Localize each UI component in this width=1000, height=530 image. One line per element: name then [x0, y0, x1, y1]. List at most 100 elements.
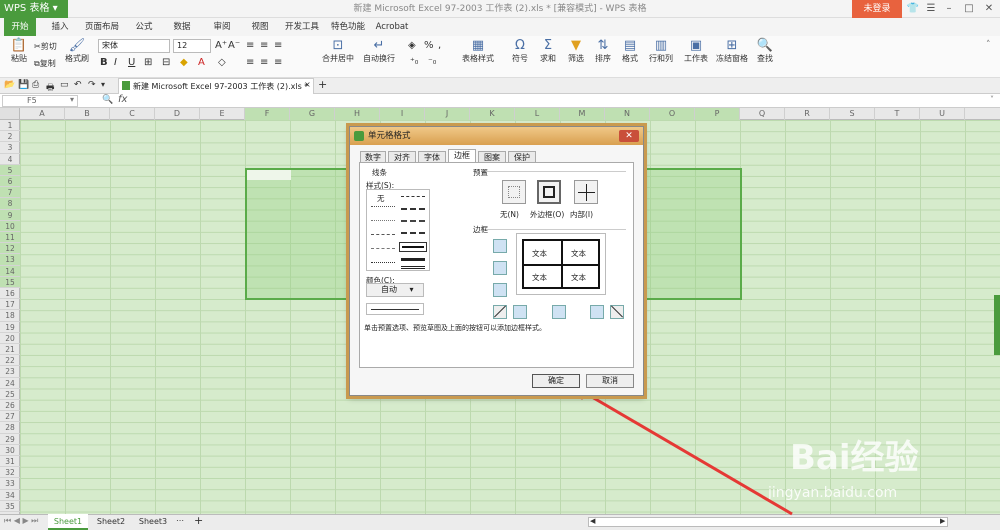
column-header[interactable]: T [875, 108, 920, 120]
sum-button[interactable]: Σ 求和 [536, 38, 560, 64]
column-header[interactable]: Q [740, 108, 785, 120]
diagonal-down-button[interactable] [610, 305, 624, 319]
row-header[interactable]: 33 [0, 478, 20, 490]
column-header[interactable]: B [65, 108, 110, 120]
line-style-none[interactable]: 无 [377, 193, 385, 204]
shirt-icon[interactable]: 👕 [904, 0, 922, 18]
line-style-option[interactable] [371, 206, 395, 207]
row-header[interactable]: 3 [0, 142, 20, 154]
cancel-button[interactable]: 取消 [586, 374, 634, 388]
paste-button[interactable]: 📋 粘贴 [6, 38, 32, 74]
preset-inside-button[interactable] [574, 180, 598, 204]
row-header[interactable]: 22 [0, 355, 20, 367]
border-preview[interactable]: 文本 文本 文本 文本 [516, 233, 606, 295]
tab-page-layout[interactable]: 页面布局 [82, 18, 122, 36]
row-header[interactable]: 5 [0, 164, 20, 176]
currency-icon[interactable]: ◈ [408, 40, 416, 51]
row-header[interactable]: 24 [0, 378, 20, 389]
merge-small-icon[interactable]: ⊟ [162, 57, 170, 68]
formula-input[interactable] [140, 95, 986, 107]
find-button[interactable]: 🔍 查找 [752, 38, 778, 64]
row-header[interactable]: 25 [0, 389, 20, 400]
row-header[interactable]: 27 [0, 411, 20, 423]
grow-font-icon[interactable]: A⁺ [215, 40, 227, 51]
clear-icon[interactable]: ◇ [218, 57, 226, 68]
save-icon[interactable]: 💾 [18, 80, 29, 90]
underline-icon[interactable]: U [128, 57, 135, 68]
tab-review[interactable]: 审阅 [206, 18, 238, 36]
filter-button[interactable]: ▼ 筛选 [564, 38, 588, 64]
row-header[interactable]: 9 [0, 209, 20, 221]
dialog-title-bar[interactable]: 单元格格式 [350, 127, 643, 145]
line-style-option[interactable] [401, 258, 425, 261]
column-header[interactable]: S [830, 108, 875, 120]
function-button[interactable]: fx [118, 94, 127, 105]
row-header[interactable]: 31 [0, 456, 20, 468]
select-all-corner[interactable] [0, 108, 20, 120]
border-bottom-button[interactable] [493, 283, 507, 297]
row-header[interactable]: 18 [0, 310, 20, 322]
side-panel-handle[interactable] [994, 295, 1000, 355]
row-header[interactable]: 1 [0, 120, 20, 132]
preset-outline-button[interactable] [537, 180, 561, 204]
column-header[interactable]: A [20, 108, 65, 120]
align-left-icon[interactable]: ≡ [246, 57, 254, 68]
line-style-option[interactable] [371, 234, 395, 235]
line-style-option[interactable] [371, 220, 395, 221]
border-center-v-button[interactable] [552, 305, 566, 319]
tab-data[interactable]: 数据 [166, 18, 198, 36]
line-style-selected[interactable] [399, 242, 427, 252]
row-header[interactable]: 23 [0, 366, 20, 378]
row-header[interactable]: 17 [0, 299, 20, 311]
minimize-icon[interactable]: – [940, 0, 958, 18]
column-header[interactable]: I [380, 108, 425, 120]
line-style-option[interactable] [371, 248, 395, 249]
row-header[interactable]: 21 [0, 344, 20, 356]
active-cell[interactable] [247, 170, 291, 180]
percent-button[interactable]: % [424, 40, 434, 51]
name-box-dropdown-icon[interactable]: ▾ [70, 95, 74, 104]
tab-special[interactable]: 特色功能 [328, 18, 368, 36]
align-center-icon[interactable]: ≡ [260, 57, 268, 68]
tab-insert[interactable]: 插入 [44, 18, 76, 36]
column-header[interactable]: K [470, 108, 515, 120]
sort-button[interactable]: ⇅ 排序 [591, 38, 615, 64]
row-header[interactable]: 2 [0, 131, 20, 143]
table-style-button[interactable]: ▦ 表格样式 [460, 38, 496, 64]
symbol-button[interactable]: Ω 符号 [508, 38, 532, 64]
export-pdf-icon[interactable]: ▭ [60, 80, 69, 90]
sheet-tab-3[interactable]: Sheet3 [134, 514, 172, 530]
borders-icon[interactable]: ⊞ [144, 57, 152, 68]
column-header[interactable]: P [695, 108, 740, 120]
row-header[interactable]: 8 [0, 198, 20, 210]
row-col-button[interactable]: ▥ 行和列 [646, 38, 676, 64]
merge-center-button[interactable]: ⊡ 合并居中 [318, 38, 358, 64]
row-header[interactable]: 28 [0, 422, 20, 434]
preset-none-button[interactable] [502, 180, 526, 204]
row-header[interactable]: 16 [0, 288, 20, 300]
row-header[interactable]: 14 [0, 265, 20, 277]
line-style-option[interactable] [401, 208, 425, 210]
tab-developer[interactable]: 开发工具 [282, 18, 322, 36]
row-header[interactable]: 32 [0, 467, 20, 479]
column-header[interactable]: F [245, 108, 290, 120]
format-button[interactable]: ▤ 格式 [618, 38, 642, 64]
column-header[interactable]: O [650, 108, 695, 120]
redo-icon[interactable]: ↷ [88, 80, 96, 90]
app-menu-button[interactable]: WPS 表格 ▾ [0, 0, 68, 18]
tab-home[interactable]: 开始 [4, 18, 36, 36]
row-header[interactable]: 19 [0, 322, 20, 333]
align-bottom-icon[interactable]: ≡ [274, 40, 282, 51]
close-icon[interactable]: ✕ [980, 0, 998, 18]
worksheet-button[interactable]: ▣ 工作表 [680, 38, 712, 64]
cut-button[interactable]: ✂剪切 [34, 41, 57, 52]
column-header[interactable]: U [920, 108, 965, 120]
increase-decimal-icon[interactable]: ⁺₀ [410, 57, 418, 67]
column-header[interactable]: G [290, 108, 335, 120]
quick-access-dropdown-icon[interactable]: ▾ [101, 80, 105, 89]
column-header[interactable]: R [785, 108, 830, 120]
row-header[interactable]: 30 [0, 445, 20, 456]
line-style-option[interactable] [401, 220, 425, 222]
copy-button[interactable]: ⧉复制 [34, 58, 56, 69]
line-style-option[interactable] [401, 266, 425, 269]
